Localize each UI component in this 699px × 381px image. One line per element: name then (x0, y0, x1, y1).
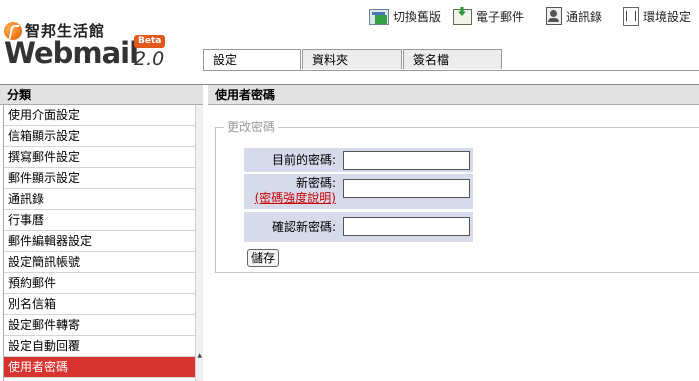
sidebar-item-ui-settings[interactable]: 使用介面設定 (3, 105, 196, 126)
main-panel: 使用者密碼 更改密碼 目前的密碼: 新密碼: (密碼強度說明) 確認新密碼: 儲… (203, 84, 699, 380)
category-list: 使用介面設定 信箱顯示設定 撰寫郵件設定 郵件顯示設定 通訊錄 行事曆 郵件編輯… (3, 105, 196, 378)
sidebar-item-mailbox-display[interactable]: 信箱顯示設定 (3, 126, 196, 147)
scroll-up-arrow-icon[interactable]: ▲ (197, 353, 202, 359)
sidebar-item-user-password[interactable]: 使用者密碼 (3, 357, 196, 378)
switch-version-link[interactable]: 切換舊版 (368, 4, 441, 28)
settings-link[interactable]: 環境設定 (622, 4, 691, 28)
sidebar-item-calendar[interactable]: 行事曆 (3, 210, 196, 231)
address-book-link[interactable]: 通訊錄 (545, 4, 602, 28)
new-password-input[interactable] (343, 179, 470, 198)
top-navigation: 切換舊版 電子郵件 通訊錄 環境設定 (0, 4, 699, 30)
sidebar-item-sms-account[interactable]: 設定簡訊帳號 (3, 252, 196, 273)
sidebar-item-mail-forwarding[interactable]: 設定郵件轉寄 (3, 315, 196, 336)
save-button[interactable]: 儲存 (247, 249, 280, 267)
sidebar-item-address-book[interactable]: 通訊錄 (3, 189, 196, 210)
email-label: 電子郵件 (475, 9, 524, 24)
password-strength-link[interactable]: (密碼強度說明) (244, 191, 336, 206)
sidebar-item-auto-reply[interactable]: 設定自動回覆 (3, 336, 196, 357)
sidebar-item-mail-display[interactable]: 郵件顯示設定 (3, 168, 196, 189)
email-download-icon (452, 9, 472, 25)
sidebar-item-compose-settings[interactable]: 撰寫郵件設定 (3, 147, 196, 168)
switch-version-icon (368, 9, 389, 25)
sidebar-item-alias-mailbox[interactable]: 別名信箱 (3, 294, 196, 315)
tab-settings[interactable]: 設定 (203, 49, 301, 71)
page-title: 使用者密碼 (208, 85, 699, 105)
current-password-label: 目前的密碼: (244, 148, 339, 172)
change-password-section: 更改密碼 目前的密碼: 新密碼: (密碼強度說明) 確認新密碼: 儲存 (215, 120, 699, 273)
switch-version-label: 切換舊版 (392, 9, 441, 24)
settings-label: 環境設定 (642, 9, 691, 24)
current-password-input[interactable] (343, 151, 470, 170)
section-legend: 更改密碼 (224, 120, 279, 134)
address-book-label: 通訊錄 (565, 9, 602, 24)
sidebar-item-scheduled-mail[interactable]: 預約郵件 (3, 273, 196, 294)
category-sidebar: 分類 使用介面設定 信箱顯示設定 撰寫郵件設定 郵件顯示設定 通訊錄 行事曆 郵… (0, 84, 203, 381)
sidebar-scrollbar[interactable]: ▲ (195, 105, 203, 381)
tab-folders[interactable]: 資料夾 (302, 49, 402, 69)
sidebar-item-editor-settings[interactable]: 郵件編輯器設定 (3, 231, 196, 252)
version-label: 2.0 (134, 48, 165, 70)
confirm-password-input[interactable] (343, 217, 470, 236)
new-password-label-cell: 新密碼: (密碼強度說明) (244, 174, 339, 209)
new-password-label: 新密碼: (295, 176, 336, 190)
tab-divider (203, 70, 699, 71)
email-link[interactable]: 電子郵件 (452, 4, 524, 28)
settings-icon (622, 6, 639, 26)
tab-signature[interactable]: 簽名檔 (403, 49, 502, 69)
product-name: Webmail (4, 36, 139, 70)
address-book-icon (545, 7, 562, 25)
beta-badge: Beta (134, 35, 166, 48)
confirm-password-label: 確認新密碼: (244, 212, 339, 242)
sidebar-title: 分類 (0, 85, 203, 105)
